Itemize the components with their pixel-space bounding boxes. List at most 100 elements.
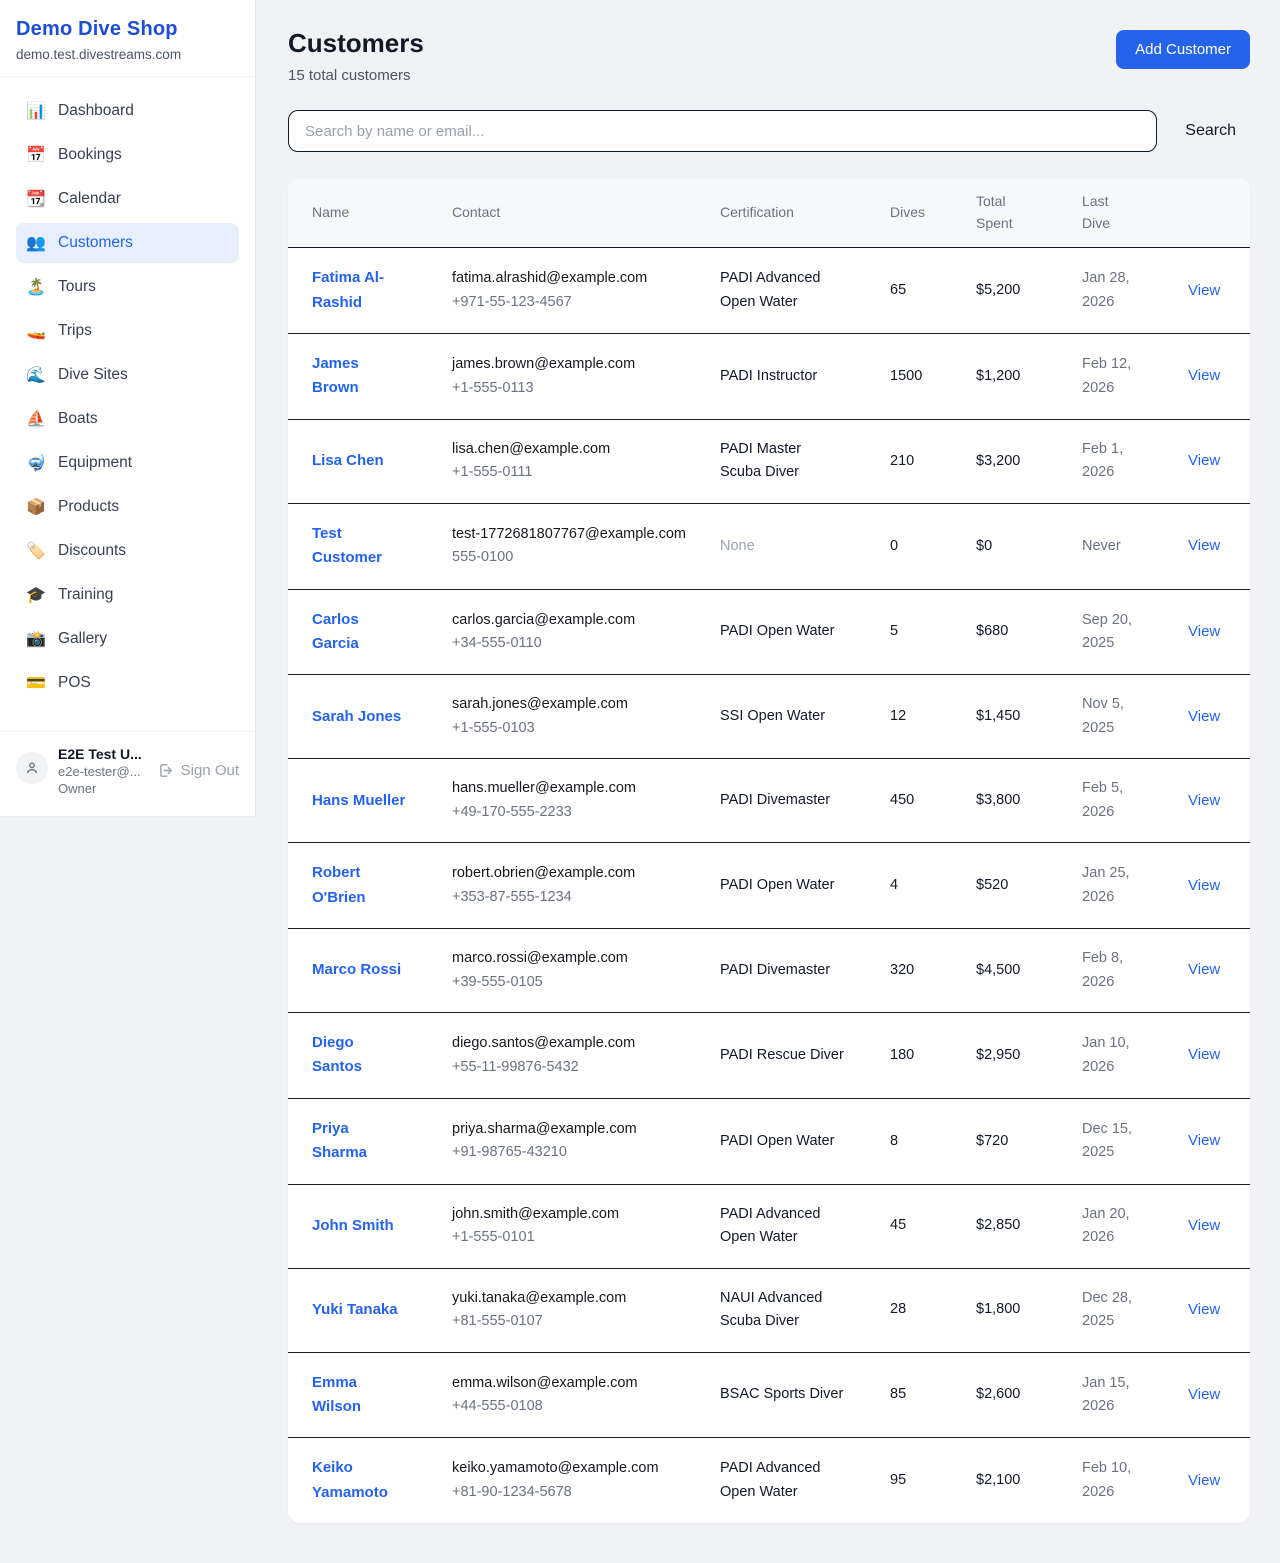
customer-last-dive: Feb 8, 2026 bbox=[1082, 950, 1123, 989]
view-customer-link[interactable]: View bbox=[1188, 1301, 1220, 1318]
search-input[interactable] bbox=[288, 110, 1157, 152]
column-header: Certification bbox=[704, 178, 874, 248]
sidebar-item-discounts[interactable]: 🏷️ Discounts bbox=[16, 531, 239, 571]
customer-name-link[interactable]: Marco Rossi bbox=[312, 958, 401, 982]
search-button[interactable]: Search bbox=[1185, 122, 1236, 140]
customer-phone: +55-11-99876-5432 bbox=[452, 1056, 688, 1079]
customer-last-dive: Jan 25, 2026 bbox=[1082, 865, 1130, 904]
customer-last-dive: Jan 20, 2026 bbox=[1082, 1206, 1130, 1245]
customer-certification: PADI Master Scuba Diver bbox=[720, 438, 846, 485]
customer-email: fatima.alrashid@example.com bbox=[452, 267, 688, 290]
column-header: Contact bbox=[436, 178, 704, 248]
sidebar-item-dashboard[interactable]: 📊 Dashboard bbox=[16, 91, 239, 131]
view-customer-link[interactable]: View bbox=[1188, 1386, 1220, 1403]
sidebar-item-training[interactable]: 🎓 Training bbox=[16, 575, 239, 615]
sidebar-item-equipment[interactable]: 🤿 Equipment bbox=[16, 443, 239, 483]
customer-total-spent: $2,950 bbox=[976, 1047, 1020, 1063]
table-row: Lisa Chen lisa.chen@example.com +1-555-0… bbox=[288, 419, 1250, 503]
view-customer-link[interactable]: View bbox=[1188, 877, 1220, 894]
view-customer-link[interactable]: View bbox=[1188, 537, 1220, 554]
customer-certification: PADI Advanced Open Water bbox=[720, 1203, 846, 1250]
view-customer-link[interactable]: View bbox=[1188, 282, 1220, 299]
customers-table: NameContactCertificationDivesTotal Spent… bbox=[288, 178, 1250, 1523]
customer-name-link[interactable]: Sarah Jones bbox=[312, 705, 401, 729]
dive-sites-icon: 🌊 bbox=[26, 365, 46, 385]
customer-certification: PADI Instructor bbox=[720, 365, 817, 388]
customer-last-dive: Dec 15, 2025 bbox=[1082, 1121, 1132, 1160]
column-header bbox=[1172, 178, 1250, 248]
customer-last-dive: Feb 10, 2026 bbox=[1082, 1460, 1131, 1499]
sidebar: Demo Dive Shop demo.test.divestreams.com… bbox=[0, 0, 256, 817]
sidebar-item-customers[interactable]: 👥 Customers bbox=[16, 223, 239, 263]
customer-name-link[interactable]: Lisa Chen bbox=[312, 449, 384, 473]
customer-name-link[interactable]: Hans Mueller bbox=[312, 789, 405, 813]
view-customer-link[interactable]: View bbox=[1188, 961, 1220, 978]
customer-name-link[interactable]: Carlos Garcia bbox=[312, 608, 406, 657]
table-row: John Smith john.smith@example.com +1-555… bbox=[288, 1184, 1250, 1268]
sidebar-item-bookings[interactable]: 📅 Bookings bbox=[16, 135, 239, 175]
customer-name-link[interactable]: Priya Sharma bbox=[312, 1117, 406, 1166]
customer-certification: SSI Open Water bbox=[720, 705, 825, 728]
column-header: Last Dive bbox=[1066, 178, 1172, 248]
view-customer-link[interactable]: View bbox=[1188, 1217, 1220, 1234]
add-customer-button[interactable]: Add Customer bbox=[1116, 30, 1250, 69]
table-row: Fatima Al-Rashid fatima.alrashid@example… bbox=[288, 248, 1250, 334]
customer-dives: 8 bbox=[890, 1133, 898, 1149]
customer-dives: 95 bbox=[890, 1472, 906, 1488]
view-customer-link[interactable]: View bbox=[1188, 367, 1220, 384]
sign-out-button[interactable]: Sign Out bbox=[157, 762, 239, 779]
page-title: Customers bbox=[288, 28, 424, 59]
sidebar-item-pos[interactable]: 💳 POS bbox=[16, 663, 239, 703]
customer-total-spent: $3,800 bbox=[976, 792, 1020, 808]
sidebar-item-tours[interactable]: 🏝️ Tours bbox=[16, 267, 239, 307]
customer-dives: 0 bbox=[890, 538, 898, 554]
customer-name-link[interactable]: Fatima Al-Rashid bbox=[312, 266, 406, 315]
customer-name-link[interactable]: John Smith bbox=[312, 1214, 394, 1238]
customer-email: robert.obrien@example.com bbox=[452, 862, 688, 885]
view-customer-link[interactable]: View bbox=[1188, 708, 1220, 725]
customer-certification: None bbox=[720, 535, 755, 558]
sidebar-item-boats[interactable]: ⛵ Boats bbox=[16, 399, 239, 439]
customer-certification: PADI Advanced Open Water bbox=[720, 1457, 846, 1504]
customer-last-dive: Dec 28, 2025 bbox=[1082, 1290, 1132, 1329]
customer-name-link[interactable]: Diego Santos bbox=[312, 1031, 406, 1080]
customer-total-spent: $5,200 bbox=[976, 282, 1020, 298]
sidebar-item-calendar[interactable]: 📆 Calendar bbox=[16, 179, 239, 219]
customer-certification: PADI Divemaster bbox=[720, 789, 830, 812]
customer-certification: PADI Open Water bbox=[720, 620, 834, 643]
gallery-icon: 📸 bbox=[26, 629, 46, 649]
customer-last-dive: Nov 5, 2025 bbox=[1082, 696, 1124, 735]
sidebar-item-products[interactable]: 📦 Products bbox=[16, 487, 239, 527]
view-customer-link[interactable]: View bbox=[1188, 1046, 1220, 1063]
customer-name-link[interactable]: James Brown bbox=[312, 352, 406, 401]
customer-name-link[interactable]: Test Customer bbox=[312, 522, 406, 571]
view-customer-link[interactable]: View bbox=[1188, 792, 1220, 809]
table-row: Diego Santos diego.santos@example.com +5… bbox=[288, 1013, 1250, 1099]
table-row: Sarah Jones sarah.jones@example.com +1-5… bbox=[288, 675, 1250, 759]
page-header-text: Customers 15 total customers bbox=[288, 28, 424, 84]
view-customer-link[interactable]: View bbox=[1188, 452, 1220, 469]
sidebar-item-dive-sites[interactable]: 🌊 Dive Sites bbox=[16, 355, 239, 395]
sidebar-item-trips[interactable]: 🚤 Trips bbox=[16, 311, 239, 351]
user-role: Owner bbox=[58, 781, 147, 796]
table-row: Marco Rossi marco.rossi@example.com +39-… bbox=[288, 929, 1250, 1013]
view-customer-link[interactable]: View bbox=[1188, 1472, 1220, 1489]
customer-email: emma.wilson@example.com bbox=[452, 1372, 688, 1395]
view-customer-link[interactable]: View bbox=[1188, 623, 1220, 640]
customer-name-link[interactable]: Emma Wilson bbox=[312, 1371, 406, 1420]
customer-name-link[interactable]: Keiko Yamamoto bbox=[312, 1456, 406, 1505]
customer-name-link[interactable]: Robert O'Brien bbox=[312, 861, 406, 910]
customer-email: yuki.tanaka@example.com bbox=[452, 1287, 688, 1310]
customer-certification: PADI Rescue Diver bbox=[720, 1044, 844, 1067]
customer-name-link[interactable]: Yuki Tanaka bbox=[312, 1298, 398, 1322]
sidebar-item-gallery[interactable]: 📸 Gallery bbox=[16, 619, 239, 659]
customer-dives: 4 bbox=[890, 877, 898, 893]
customer-dives: 12 bbox=[890, 708, 906, 724]
customer-total-spent: $1,800 bbox=[976, 1301, 1020, 1317]
customer-total-spent: $680 bbox=[976, 623, 1008, 639]
user-email: e2e-tester@... bbox=[58, 764, 147, 779]
view-customer-link[interactable]: View bbox=[1188, 1132, 1220, 1149]
table-row: Hans Mueller hans.mueller@example.com +4… bbox=[288, 759, 1250, 843]
user-meta: E2E Test U... e2e-tester@... Owner bbox=[58, 746, 147, 796]
customers-icon: 👥 bbox=[26, 233, 46, 253]
